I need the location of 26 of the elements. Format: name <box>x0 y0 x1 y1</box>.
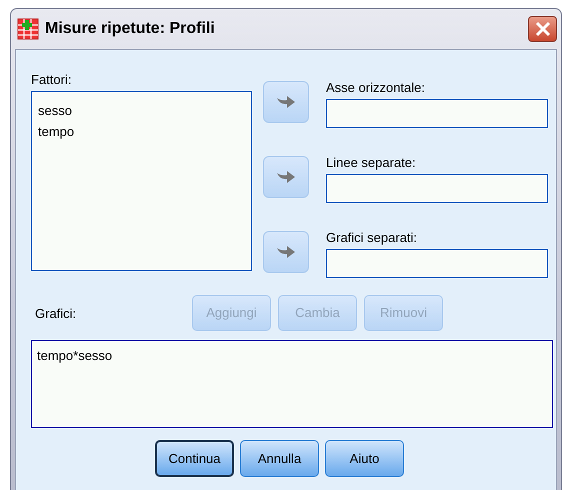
move-button[interactable] <box>263 231 309 273</box>
factors-list[interactable]: sesso tempo <box>31 91 252 271</box>
field-label: Linee separate: <box>326 155 417 170</box>
dialog-button[interactable]: Annulla <box>240 440 319 477</box>
arrow-icon <box>276 244 296 260</box>
table-icon <box>17 18 39 40</box>
window-title: Misure ripetute: Profili <box>45 19 215 39</box>
move-button[interactable] <box>263 81 309 123</box>
close-button[interactable] <box>528 16 557 42</box>
arrow-icon <box>276 94 296 110</box>
plots-label: Grafici: <box>34 306 78 320</box>
list-item[interactable]: tempo <box>38 121 245 142</box>
plots-list[interactable]: tempo*sesso <box>31 340 553 428</box>
arrow-icon <box>276 169 296 185</box>
list-item[interactable]: tempo*sesso <box>37 345 547 366</box>
list-item[interactable]: sesso <box>38 100 245 121</box>
field-label: Grafici separati: <box>326 230 418 245</box>
field-label: Asse orizzontale: <box>326 80 426 95</box>
dialog-button[interactable]: Aiuto <box>325 440 404 477</box>
dialog-button[interactable]: Continua <box>155 440 234 477</box>
input-field[interactable] <box>326 174 548 203</box>
input-field[interactable] <box>326 99 548 128</box>
input-field[interactable] <box>326 249 548 278</box>
close-icon <box>534 21 550 37</box>
move-button[interactable] <box>263 156 309 198</box>
factors-label: Fattori: <box>31 72 72 87</box>
